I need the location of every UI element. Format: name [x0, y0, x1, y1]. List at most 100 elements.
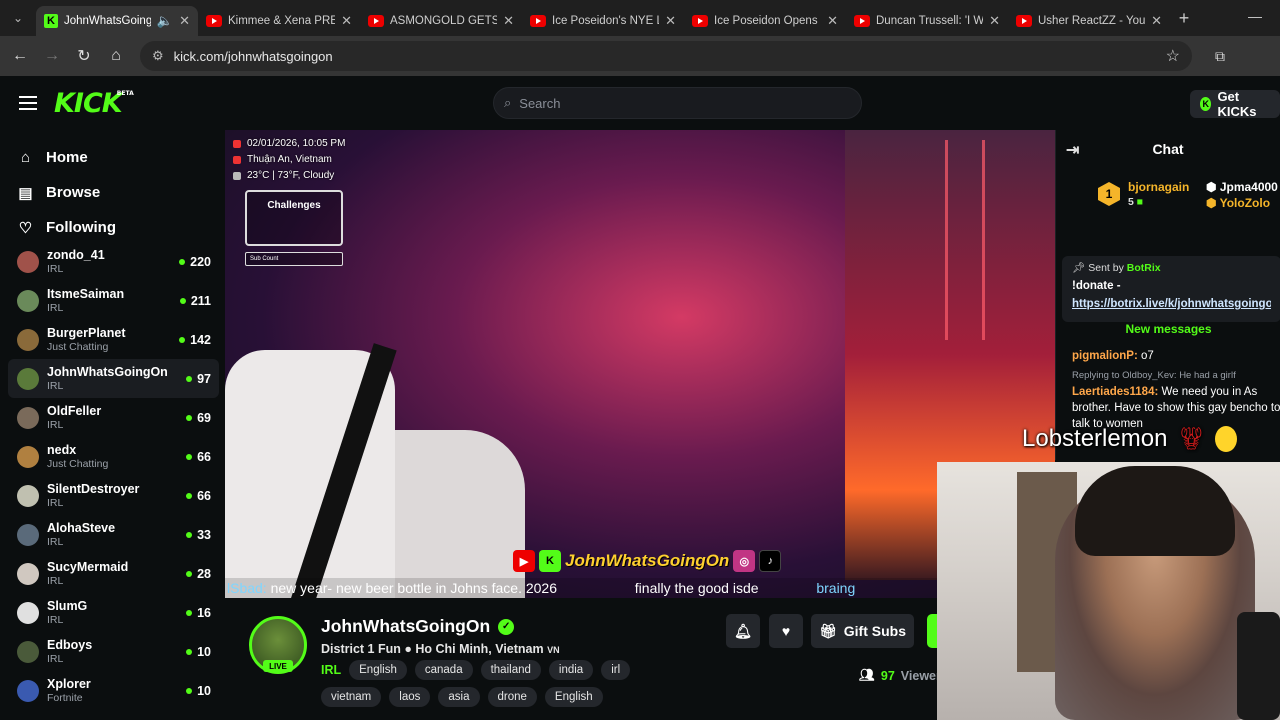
stream-tag[interactable]: vietnam: [321, 687, 382, 707]
tab-duncan-trussell[interactable]: Duncan Trussell: 'I W ✕: [846, 6, 1008, 36]
menu-icon[interactable]: [19, 96, 37, 110]
stream-title: District 1 Fun ● Ho Chi Minh, Vietnam VN: [321, 642, 560, 656]
channel-viewers: 66: [186, 450, 211, 464]
tab-ice-poseidon-nye[interactable]: Ice Poseidon's NYE L ✕: [522, 6, 684, 36]
close-tab-icon[interactable]: ✕: [341, 13, 352, 29]
live-dot-icon: [186, 687, 193, 694]
heart-icon: ♡: [18, 219, 33, 237]
address-bar-row: ← → ↻ ⌂ ⚙ kick.com/johnwhatsgoingon ☆ ⧉: [0, 36, 1280, 76]
chat-username[interactable]: Laertiades1184:: [1072, 386, 1158, 398]
stream-tag[interactable]: English: [349, 660, 407, 680]
close-tab-icon[interactable]: ✕: [989, 13, 1000, 29]
new-tab-icon[interactable]: +: [1170, 8, 1198, 29]
url-text: kick.com/johnwhatsgoingon: [173, 48, 333, 64]
stream-tag[interactable]: drone: [487, 687, 537, 707]
site-info-icon[interactable]: ⚙: [152, 48, 164, 64]
sidebar-channel[interactable]: OldFeller IRL 69: [0, 398, 225, 437]
overlay-info: 02/01/2026, 10:05 PM Thuận An, Vietnam 2…: [233, 136, 345, 184]
sidebar: ⌂ Home ▤ Browse ♡ Following zondo_41 IRL 2…: [0, 130, 225, 720]
close-tab-icon[interactable]: ✕: [179, 13, 190, 29]
close-tab-icon[interactable]: ✕: [665, 13, 676, 29]
leaderboard-third[interactable]: ⬢ YoloZolo: [1206, 196, 1270, 210]
close-tab-icon[interactable]: ✕: [827, 13, 838, 29]
sub-count-label: Sub Count: [250, 256, 279, 262]
stream-tag[interactable]: india: [548, 660, 594, 680]
gift-subs-button[interactable]: 🎁︎ Gift Subs: [811, 614, 914, 648]
tab-kimmee[interactable]: Kimmee & Xena PRE ✕: [198, 6, 360, 36]
browser-tab-bar: ⌄ K JohnWhatsGoingOn 🔈 ✕ Kimmee & Xena P…: [0, 0, 1280, 36]
stream-tag[interactable]: thailand: [480, 660, 541, 680]
stream-tag[interactable]: irl: [601, 660, 631, 680]
video-player[interactable]: 02/01/2026, 10:05 PM Thuận An, Vietnam 2…: [225, 130, 1055, 598]
channel-category: IRL: [47, 652, 64, 665]
category-link[interactable]: IRL: [321, 663, 341, 677]
favorite-button[interactable]: ♥: [769, 614, 803, 648]
new-messages-divider[interactable]: New messages: [1056, 322, 1280, 336]
pinned-link[interactable]: https://botrix.live/k/johnwhatsgoingon: [1072, 298, 1271, 310]
extensions-icon[interactable]: ⧉: [1204, 48, 1236, 65]
live-dot-icon: [179, 258, 186, 265]
tab-asmongold[interactable]: ASMONGOLD GETS / ✕: [360, 6, 522, 36]
get-kicks-button[interactable]: K Get KICKs: [1190, 89, 1280, 119]
nav-browse[interactable]: ▤ Browse: [0, 175, 225, 210]
leaderboard-second[interactable]: ⬢ Jpma4000: [1206, 180, 1278, 194]
collapse-chat-icon[interactable]: ⇥: [1066, 140, 1079, 160]
tab-johnwhatsgoingon[interactable]: K JohnWhatsGoingOn 🔈 ✕: [36, 6, 198, 36]
channel-category: Just Chatting: [47, 457, 109, 470]
live-dot-icon: [186, 648, 193, 655]
home-browser-icon[interactable]: ⌂: [100, 47, 132, 65]
sidebar-channel[interactable]: SlumG IRL 16: [0, 593, 225, 632]
close-tab-icon[interactable]: ✕: [1151, 13, 1162, 29]
viewer-count: 97: [197, 371, 211, 386]
stream-tag[interactable]: asia: [438, 687, 480, 707]
sidebar-channel[interactable]: Edboys IRL 10: [0, 632, 225, 671]
back-icon[interactable]: ←: [4, 47, 36, 65]
channel-category: IRL: [47, 496, 64, 509]
channel-category: IRL: [47, 262, 64, 275]
minimize-window-icon[interactable]: —: [1248, 8, 1262, 24]
chat-username[interactable]: pigmalionP:: [1072, 350, 1138, 362]
bell-icon: 🔔︎: [734, 622, 752, 639]
sidebar-channel[interactable]: BurgerPlanet Just Chatting 142: [0, 320, 225, 359]
channel-name[interactable]: JohnWhatsGoingOn: [321, 616, 490, 637]
tab-search-icon[interactable]: ⌄: [0, 0, 36, 36]
reload-icon[interactable]: ↻: [68, 46, 100, 66]
tab-usher-reactzz[interactable]: Usher ReactZZ - You ✕: [1008, 6, 1170, 36]
leaderboard-top-user[interactable]: bjornagain: [1128, 180, 1189, 194]
ticker-text: new year- new beer bottle in Johns face.…: [270, 580, 557, 596]
pinned-sender-name[interactable]: BotRix: [1127, 262, 1161, 274]
nav-following[interactable]: ♡ Following: [0, 210, 225, 245]
sidebar-channel[interactable]: JohnWhatsGoingOn IRL 97: [8, 359, 219, 398]
sidebar-channel[interactable]: SilentDestroyer IRL 66: [0, 476, 225, 515]
sidebar-channel[interactable]: nedx Just Chatting 66: [0, 437, 225, 476]
sidebar-channel[interactable]: Xplorer Fortnite 10: [0, 671, 225, 710]
nav-home[interactable]: ⌂ Home: [0, 140, 225, 175]
youtube-favicon-icon: [206, 15, 222, 27]
sidebar-channel[interactable]: zondo_41 IRL 220: [0, 242, 225, 281]
channel-avatar: [17, 289, 39, 312]
kick-logo[interactable]: KICK BETA: [54, 88, 134, 119]
channel-name: SlumG: [47, 598, 88, 613]
tab-title: ASMONGOLD GETS /: [390, 15, 498, 27]
channel-name: Edboys: [47, 637, 93, 652]
search-input[interactable]: ⌕ Search: [493, 87, 862, 119]
channel-category: Just Chatting: [47, 340, 109, 353]
webcam-microphone: [1237, 612, 1280, 720]
stream-tag[interactable]: laos: [389, 687, 431, 707]
channel-avatar: [17, 562, 39, 585]
sidebar-channel[interactable]: AlohaSteve IRL 33: [0, 515, 225, 554]
sidebar-channel[interactable]: ItsmeSaiman IRL 211: [0, 281, 225, 320]
channel-avatar: [17, 406, 39, 429]
youtube-favicon-icon: [692, 15, 708, 27]
notification-bell-button[interactable]: 🔔︎: [726, 614, 760, 648]
sidebar-channel[interactable]: SucyMermaid IRL 28: [0, 554, 225, 593]
bookmark-star-icon[interactable]: ☆: [1166, 46, 1180, 66]
stream-tag[interactable]: English: [544, 687, 603, 707]
webcam-name-label: Lobsterlemon 🦞︎: [1022, 425, 1238, 453]
forward-icon[interactable]: →: [36, 47, 68, 65]
url-field[interactable]: ⚙ kick.com/johnwhatsgoingon ☆: [140, 41, 1192, 71]
close-tab-icon[interactable]: ✕: [503, 13, 514, 29]
mute-icon[interactable]: 🔈: [157, 13, 173, 29]
stream-tag[interactable]: canada: [414, 660, 473, 680]
tab-ice-poseidon-opens[interactable]: Ice Poseidon Opens ✕: [684, 6, 846, 36]
